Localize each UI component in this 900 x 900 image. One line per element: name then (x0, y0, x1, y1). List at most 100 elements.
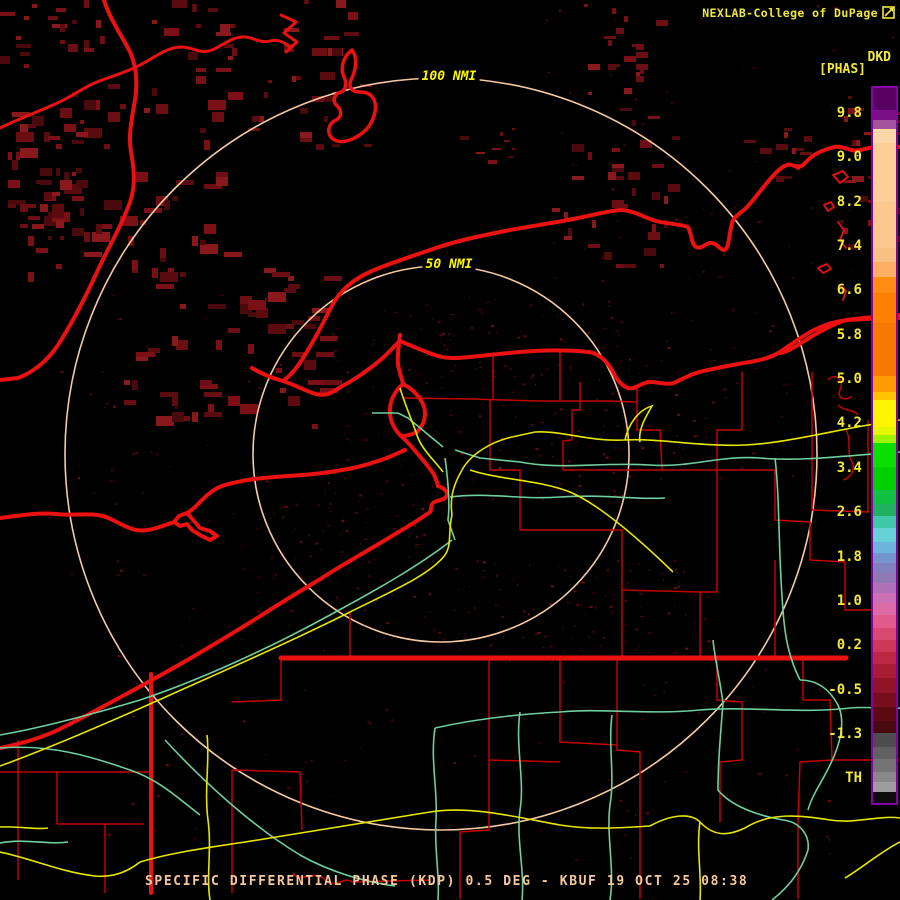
radar-echo (108, 84, 120, 89)
radar-echo (620, 108, 632, 111)
radar-echo (705, 375, 708, 376)
radar-echo (117, 575, 120, 576)
radar-echo (400, 419, 402, 420)
radar-echo (359, 494, 362, 496)
radar-echo (692, 320, 693, 321)
radar-echo (531, 304, 533, 305)
radar-echo (544, 23, 545, 24)
colorbar-segment (873, 248, 896, 262)
radar-echo (495, 605, 497, 606)
radar-echo (423, 452, 424, 454)
colorbar-tick: 2.6 (800, 504, 862, 520)
radar-echo (596, 578, 597, 580)
radar-echo (451, 410, 452, 411)
radar-echo (304, 360, 316, 370)
radar-echo (292, 76, 296, 82)
radar-echo (652, 224, 656, 232)
radar-echo (552, 456, 554, 457)
radar-echo (602, 348, 605, 349)
radar-echo (204, 224, 216, 234)
radar-echo (500, 449, 501, 451)
colorbar-segment (873, 376, 896, 392)
radar-echo (421, 328, 422, 329)
radar-echo (423, 569, 426, 570)
radar-echo (798, 749, 799, 751)
radar-echo (363, 592, 364, 594)
radar-echo (454, 366, 456, 367)
radar-echo (367, 376, 368, 378)
radar-echo (599, 379, 600, 381)
radar-echo (273, 503, 274, 504)
radar-echo (257, 611, 259, 613)
radar-echo (617, 220, 620, 221)
radar-echo (558, 310, 559, 311)
product-units-label: [PHAS] (819, 62, 866, 77)
radar-echo (287, 787, 290, 789)
colorbar-segment (873, 553, 896, 563)
radar-echo (240, 404, 258, 414)
radar-echo (251, 785, 253, 786)
radar-echo (713, 360, 716, 361)
radar-echo (448, 333, 450, 335)
radar-echo (529, 564, 530, 566)
radar-echo (416, 544, 419, 545)
colorbar-tick: 1.0 (800, 593, 862, 609)
colorbar-tick: 7.4 (800, 238, 862, 254)
radar-echo (652, 164, 664, 168)
radar-echo (620, 495, 623, 496)
radar-echo (674, 652, 677, 654)
radar-echo (632, 188, 636, 196)
radar-echo (358, 501, 360, 502)
radar-echo (403, 405, 404, 406)
radar-echo (728, 170, 730, 171)
radar-echo (341, 520, 344, 522)
radar-echo (160, 248, 166, 258)
radar-echo (548, 72, 550, 73)
radar-echo (564, 236, 572, 240)
radar-echo (323, 386, 324, 387)
radar-echo (495, 299, 496, 300)
radar-echo (478, 309, 481, 311)
radar-echo (284, 288, 296, 293)
radar-echo (483, 561, 486, 563)
radar-echo (620, 322, 623, 323)
radar-echo (675, 569, 678, 571)
radar-echo (108, 834, 111, 836)
radar-echo (455, 568, 458, 570)
radar-echo (624, 16, 628, 22)
radar-echo (560, 408, 563, 410)
radar-echo (347, 438, 349, 440)
radar-echo (52, 208, 64, 218)
radar-echo (627, 582, 629, 584)
radar-echo (625, 383, 627, 385)
site-title[interactable]: NEXLAB-College of DuPage (702, 6, 878, 20)
colorbar-segment (873, 693, 896, 707)
radar-echo (891, 37, 894, 38)
radar-echo (385, 310, 386, 312)
colorbar-segment (873, 392, 896, 400)
radar-echo (262, 623, 263, 624)
radar-echo (473, 479, 474, 481)
radar-echo (104, 200, 122, 210)
radar-echo (324, 36, 339, 40)
status-bar: SPECIFIC DIFFERENTIAL PHASE (KDP) 0.5 DE… (145, 874, 748, 889)
radar-echo (305, 762, 308, 763)
radar-echo (312, 424, 318, 429)
radar-echo (577, 585, 579, 586)
cod-flag-icon[interactable] (882, 6, 895, 19)
radar-echo (241, 639, 242, 640)
colorbar-segment (873, 664, 896, 678)
radar-echo (660, 264, 664, 268)
colorbar-segment (873, 129, 896, 143)
radar-echo (517, 584, 518, 586)
radar-echo (588, 244, 600, 248)
radar-echo (368, 722, 371, 723)
radar-echo (425, 383, 427, 384)
radar-echo (792, 278, 794, 279)
radar-echo (649, 570, 651, 571)
radar-echo (535, 448, 538, 450)
radar-echo (272, 272, 290, 277)
radar-echo (535, 384, 536, 386)
radar-echo (786, 774, 788, 776)
radar-echo (80, 120, 84, 124)
